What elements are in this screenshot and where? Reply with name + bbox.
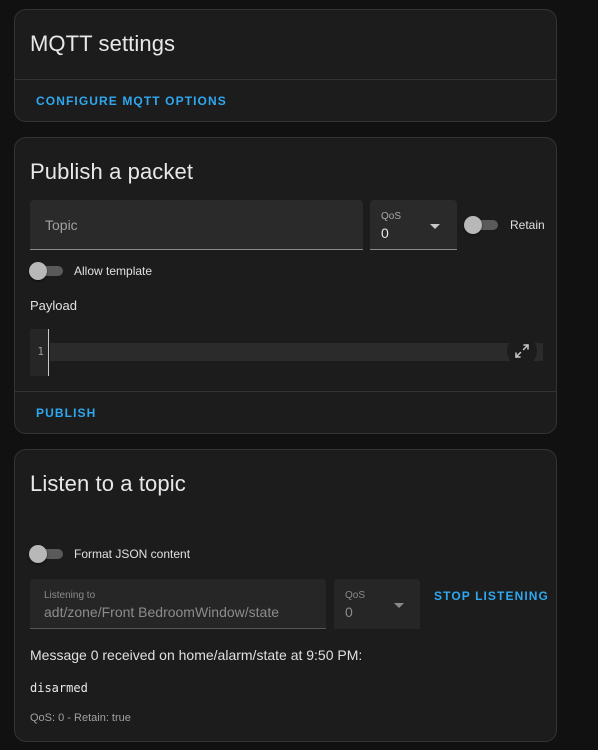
- switch-thumb: [29, 262, 47, 280]
- payload-label: Payload: [30, 298, 77, 313]
- caret-down-icon: [430, 224, 440, 229]
- mqtt-settings-title: MQTT settings: [30, 31, 176, 56]
- publish-packet-card: Publish a packet Topic QoS 0 Retain Allo…: [14, 137, 557, 434]
- format-json-toggle[interactable]: [29, 544, 63, 564]
- expand-arrows-icon: [515, 344, 529, 358]
- caret-down-icon: [394, 603, 404, 608]
- message-header: Message 0 received on home/alarm/state a…: [30, 647, 363, 663]
- publish-button[interactable]: PUBLISH: [36, 406, 96, 420]
- expand-editor-button[interactable]: [507, 336, 537, 366]
- format-json-label: Format JSON content: [74, 547, 191, 561]
- editor-line[interactable]: [50, 343, 543, 361]
- listen-title: Listen to a topic: [30, 471, 186, 496]
- publish-qos-label: QoS: [381, 211, 402, 222]
- allow-template-label: Allow template: [74, 264, 153, 278]
- publish-title: Publish a packet: [30, 159, 194, 184]
- allow-template-toggle[interactable]: [29, 261, 63, 281]
- payload-editor[interactable]: 1: [30, 329, 543, 376]
- listen-qos-select[interactable]: QoS 0: [334, 579, 420, 629]
- topic-placeholder: Topic: [45, 217, 78, 233]
- listen-qos-value: 0: [345, 604, 353, 620]
- listen-qos-label: QoS: [345, 590, 366, 601]
- retain-label: Retain: [510, 218, 545, 232]
- card-divider: [15, 79, 556, 80]
- editor-gutter: 1: [30, 329, 49, 376]
- publish-qos-select[interactable]: QoS 0: [370, 200, 457, 250]
- topic-input[interactable]: Topic: [30, 200, 363, 250]
- message-payload: disarmed: [30, 681, 88, 695]
- switch-thumb: [464, 216, 482, 234]
- message-meta: QoS: 0 - Retain: true: [30, 712, 131, 724]
- listening-label: Listening to: [44, 590, 96, 601]
- stop-listening-button[interactable]: STOP LISTENING: [434, 589, 549, 603]
- mqtt-settings-card: MQTT settings CONFIGURE MQTT OPTIONS: [14, 9, 557, 122]
- configure-mqtt-options-button[interactable]: CONFIGURE MQTT OPTIONS: [36, 94, 227, 108]
- listening-value: adt/zone/Front BedroomWindow/state: [44, 604, 280, 620]
- listen-topic-card: Listen to a topic Format JSON content Li…: [14, 449, 557, 742]
- line-number: 1: [37, 345, 44, 358]
- switch-thumb: [29, 545, 47, 563]
- listening-topic-input[interactable]: Listening to adt/zone/Front BedroomWindo…: [30, 579, 326, 629]
- retain-toggle[interactable]: [464, 215, 498, 235]
- publish-qos-value: 0: [381, 225, 389, 241]
- card-divider: [15, 391, 556, 392]
